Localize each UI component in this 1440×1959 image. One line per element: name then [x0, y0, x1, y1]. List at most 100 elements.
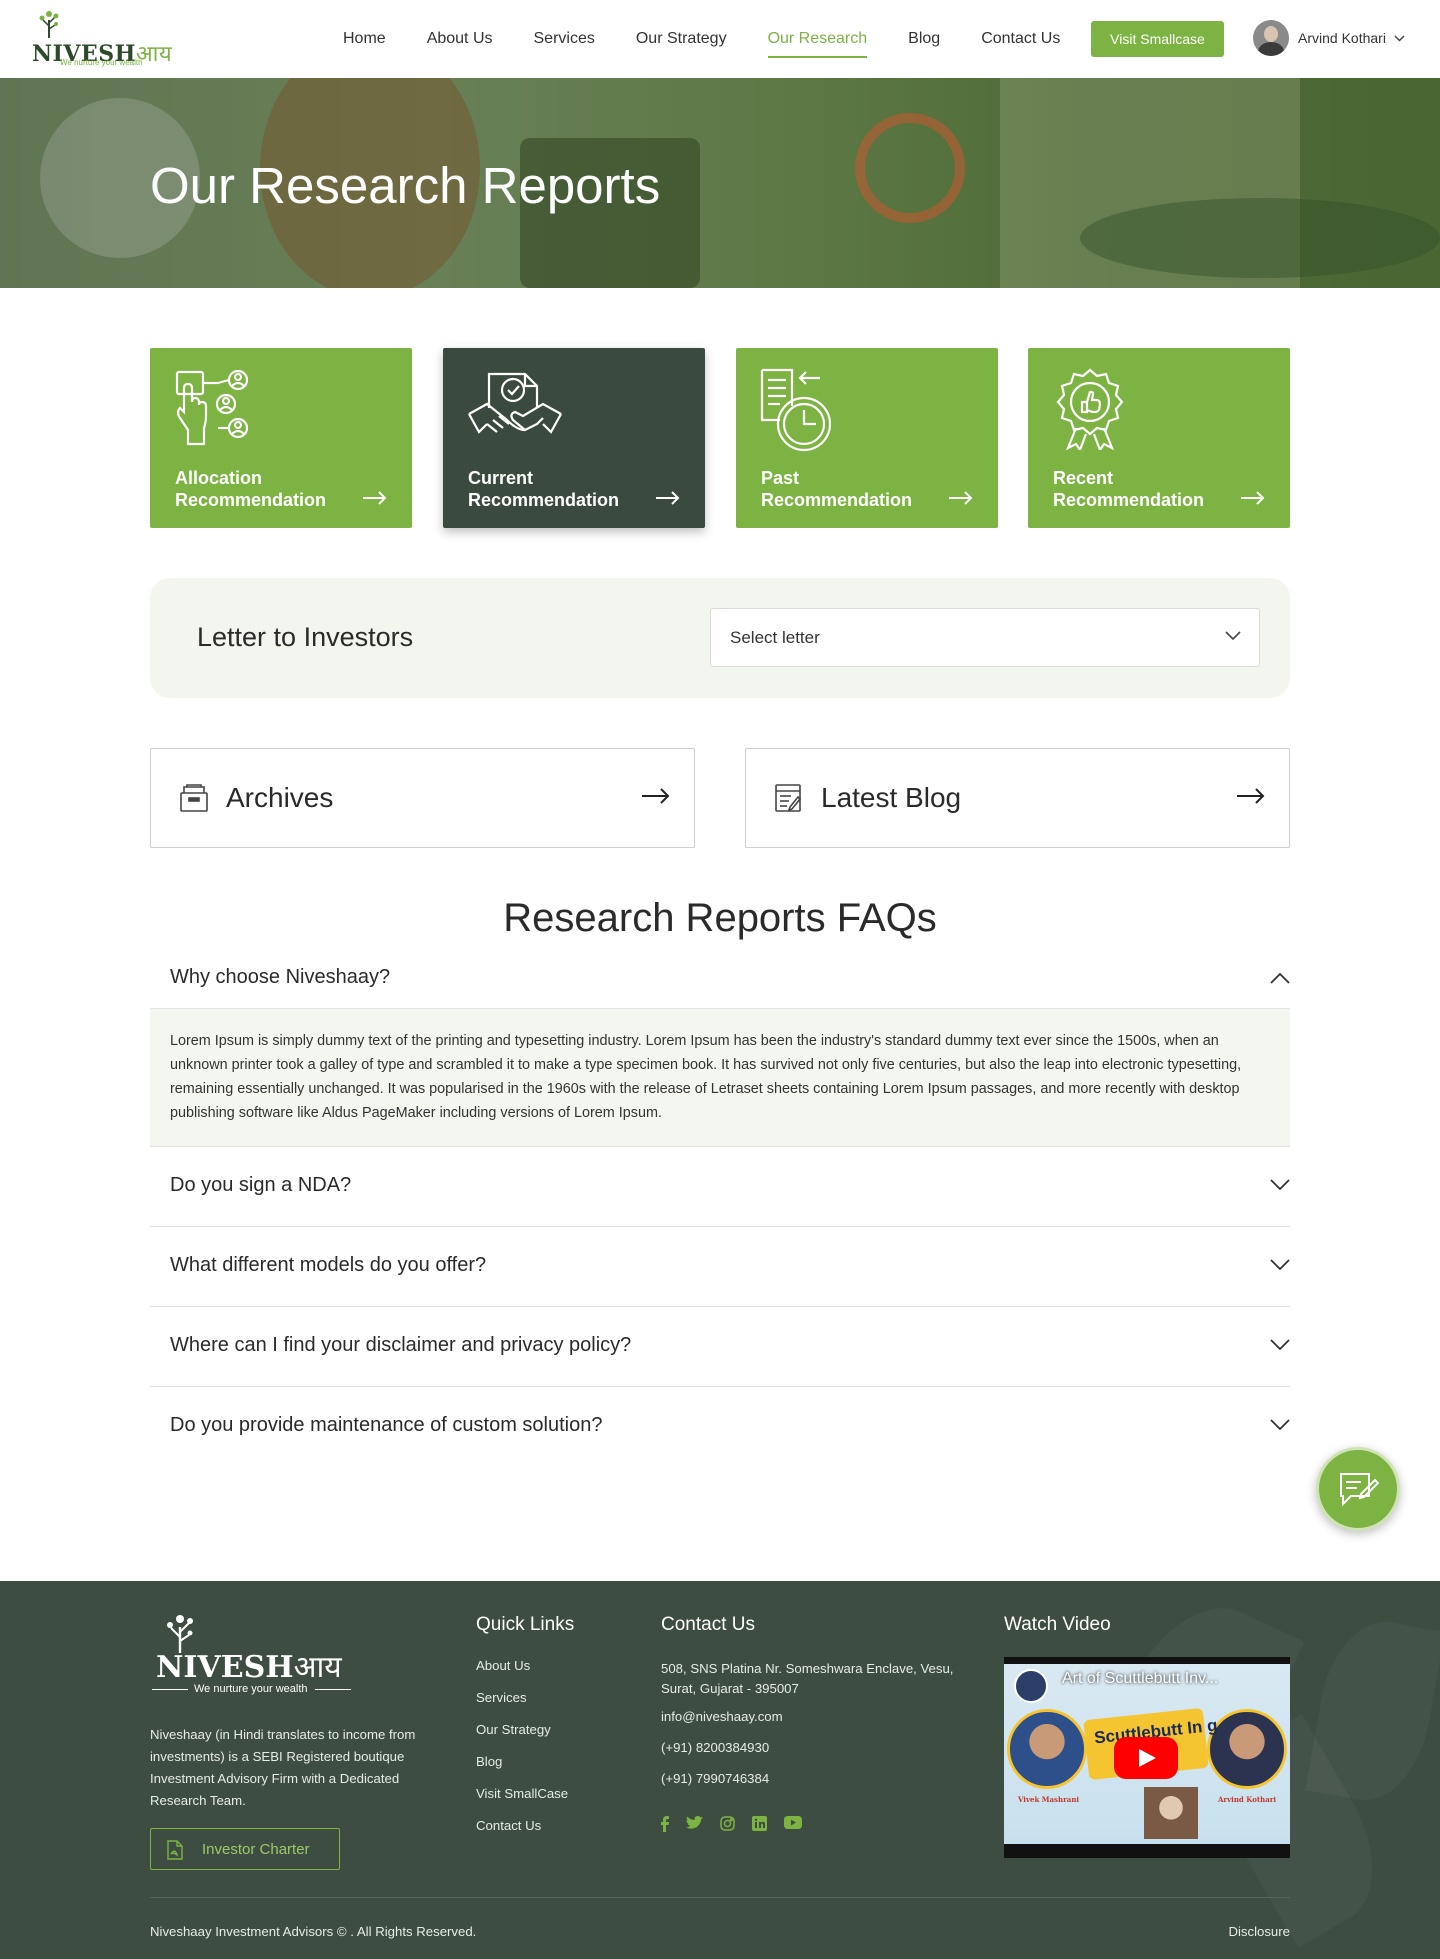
faq-answer: Lorem Ipsum is simply dummy text of the …	[150, 1008, 1290, 1146]
footer-logo-hindi: आय	[293, 1650, 342, 1685]
footer-logo-text: NIVESH	[156, 1650, 294, 1685]
site-logo[interactable]: NIVESHआय We nurture your wealth	[32, 8, 172, 70]
faq-question: Where can I find your disclaimer and pri…	[170, 1334, 632, 1356]
contact-phone-1[interactable]: (+91) 8200384930	[661, 1740, 961, 1755]
faq-question: Why choose Niveshaay?	[170, 966, 391, 988]
visit-smallcase-button[interactable]: Visit Smallcase	[1091, 21, 1224, 57]
arrow-right-icon	[642, 788, 670, 804]
instagram-icon[interactable]	[720, 1816, 735, 1837]
speaker-right-photo	[1207, 1709, 1287, 1789]
footer-link-our-strategy[interactable]: Our Strategy	[476, 1722, 568, 1754]
chevron-up-icon	[1270, 972, 1290, 984]
footer-logo-tagline: We nurture your wealth	[194, 1683, 308, 1695]
video-caption: Art of Scuttlebutt Inv...	[1062, 1670, 1219, 1687]
faq-item[interactable]: Do you sign a NDA?	[150, 1147, 1290, 1227]
quick-links-heading: Quick Links	[476, 1614, 575, 1635]
chevron-down-icon	[1394, 34, 1405, 42]
contact-phone-2[interactable]: (+91) 7990746384	[661, 1771, 961, 1786]
chevron-down-icon	[1270, 1419, 1290, 1431]
nav-our-strategy[interactable]: Our Strategy	[636, 0, 727, 78]
faq-question: Do you sign a NDA?	[170, 1174, 352, 1196]
footer-logo[interactable]: NIVESHआय We nurture your wealth	[150, 1611, 351, 1701]
facebook-icon[interactable]	[661, 1816, 669, 1837]
chat-button[interactable]	[1316, 1447, 1400, 1531]
quick-links-list: About Us Services Our Strategy Blog Visi…	[476, 1658, 568, 1850]
blog-document-icon	[775, 784, 802, 812]
tree-logo-icon	[39, 11, 59, 38]
chevron-down-icon	[1225, 631, 1241, 641]
site-footer: NIVESHआय We nurture your wealth Niveshaa…	[0, 1581, 1440, 1959]
chevron-down-icon	[1270, 1339, 1290, 1351]
faq-item[interactable]: Where can I find your disclaimer and pri…	[150, 1307, 1290, 1387]
footer-divider	[150, 1897, 1290, 1898]
latest-blog-label: Latest Blog	[821, 782, 962, 813]
faq-item[interactable]: What different models do you offer?	[150, 1227, 1290, 1307]
nav-blog[interactable]: Blog	[908, 0, 940, 78]
nav-about-us[interactable]: About Us	[427, 0, 493, 78]
archives-label: Archives	[226, 782, 334, 813]
social-links	[661, 1816, 819, 1837]
chevron-down-icon	[1270, 1179, 1290, 1191]
card-allocation-recommendation[interactable]: Allocation Recommendation	[150, 348, 412, 528]
nav-contact-us[interactable]: Contact Us	[981, 0, 1060, 78]
youtube-icon[interactable]	[784, 1816, 802, 1837]
footer-link-contact-us[interactable]: Contact Us	[476, 1818, 568, 1850]
arrow-right-icon	[363, 491, 387, 505]
copyright-text: Niveshaay Investment Advisors © . All Ri…	[150, 1924, 477, 1939]
investor-charter-label: Investor Charter	[202, 1841, 310, 1858]
user-name: Arvind Kothari	[1298, 30, 1386, 46]
twitter-icon[interactable]	[686, 1816, 703, 1837]
pdf-file-icon	[167, 1840, 183, 1860]
card-recent-recommendation[interactable]: Recent Recommendation	[1028, 348, 1290, 528]
logo-tagline: We nurture your wealth	[60, 58, 143, 67]
faq-item: Why choose Niveshaay? Lorem Ipsum is sim…	[150, 950, 1290, 1147]
footer-link-visit-smallcase[interactable]: Visit SmallCase	[476, 1786, 568, 1818]
speaker-center-photo	[1144, 1787, 1198, 1839]
user-menu[interactable]: Arvind Kothari	[1253, 20, 1405, 56]
footer-link-services[interactable]: Services	[476, 1690, 568, 1722]
play-button-icon[interactable]	[1114, 1737, 1178, 1779]
select-letter-dropdown[interactable]: Select letter	[710, 608, 1260, 667]
avatar	[1253, 20, 1289, 56]
speaker-left-photo	[1007, 1709, 1087, 1789]
site-header: NIVESHआय We nurture your wealth Home Abo…	[0, 0, 1440, 78]
contact-heading: Contact Us	[661, 1614, 755, 1635]
disclosure-link[interactable]: Disclosure	[1228, 1924, 1290, 1939]
allocation-icon	[175, 369, 249, 446]
card-label: Past Recommendation	[761, 468, 913, 510]
investor-charter-button[interactable]: Investor Charter	[150, 1828, 340, 1870]
footer-link-blog[interactable]: Blog	[476, 1754, 568, 1786]
faq-question-row[interactable]: Why choose Niveshaay?	[150, 950, 1290, 1008]
history-document-icon	[760, 368, 832, 452]
arrow-right-icon	[949, 491, 973, 505]
letter-to-investors-panel: Letter to Investors Select letter	[150, 578, 1290, 698]
hero-banner: Our Research Reports	[0, 78, 1440, 288]
recommendation-cards: Allocation Recommendation Current Recomm…	[150, 348, 1290, 528]
contact-email[interactable]: info@niveshaay.com	[661, 1709, 961, 1724]
speaker-left-name: Vivek Mashrani	[1018, 1795, 1080, 1804]
video-player[interactable]: Scuttlebutt In g Vivek Mashrani Arvind K…	[1004, 1657, 1290, 1858]
channel-avatar	[1014, 1669, 1048, 1703]
faq-section-title: Research Reports FAQs	[503, 896, 937, 940]
archive-box-icon	[180, 784, 208, 812]
card-label: Allocation Recommendation	[175, 468, 327, 510]
faq-accordion: Why choose Niveshaay? Lorem Ipsum is sim…	[150, 950, 1290, 1467]
card-current-recommendation[interactable]: Current Recommendation	[443, 348, 705, 528]
linkedin-icon[interactable]	[752, 1816, 767, 1837]
archives-link[interactable]: Archives	[150, 748, 695, 848]
card-past-recommendation[interactable]: Past Recommendation	[736, 348, 998, 528]
nav-services[interactable]: Services	[534, 0, 595, 78]
footer-link-about-us[interactable]: About Us	[476, 1658, 568, 1690]
chevron-down-icon	[1270, 1259, 1290, 1271]
award-badge-icon	[1056, 368, 1124, 450]
arrow-right-icon	[1237, 788, 1265, 804]
handshake-icon	[468, 372, 562, 434]
latest-blog-link[interactable]: Latest Blog	[745, 748, 1290, 848]
faq-item[interactable]: Do you provide maintenance of custom sol…	[150, 1387, 1290, 1467]
arrow-right-icon	[1241, 491, 1265, 505]
select-placeholder: Select letter	[730, 628, 820, 647]
footer-description: Niveshaay (in Hindi translates to income…	[150, 1727, 416, 1808]
nav-our-research[interactable]: Our Research	[767, 0, 867, 78]
contact-address: 508, SNS Platina Nr. Someshwara Enclave,…	[661, 1661, 954, 1696]
nav-home[interactable]: Home	[343, 0, 386, 78]
